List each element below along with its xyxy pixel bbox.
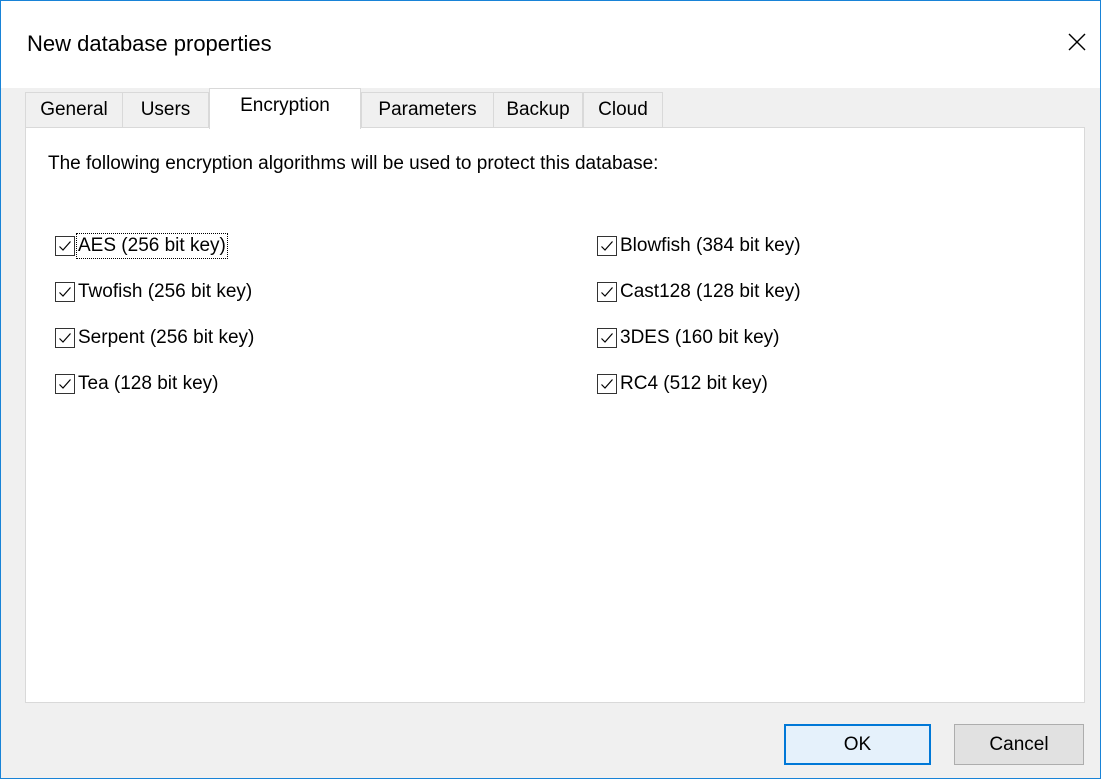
algorithm-checkbox-serpent[interactable]: Serpent (256 bit key) <box>55 323 255 353</box>
checkbox[interactable] <box>597 236 617 256</box>
checkbox[interactable] <box>55 374 75 394</box>
checkbox[interactable] <box>597 282 617 302</box>
algorithm-label: 3DES (160 bit key) <box>620 327 780 348</box>
algorithm-label: Cast128 (128 bit key) <box>620 281 801 302</box>
checkbox[interactable] <box>597 374 617 394</box>
checkmark-icon <box>59 333 71 343</box>
encryption-panel: The following encryption algorithms will… <box>25 127 1085 703</box>
algorithm-checkbox-aes[interactable]: AES (256 bit key) <box>55 231 228 261</box>
encryption-description: The following encryption algorithms will… <box>48 153 659 174</box>
checkbox[interactable] <box>55 282 75 302</box>
algorithm-checkbox-tea[interactable]: Tea (128 bit key) <box>55 369 219 399</box>
checkmark-icon <box>59 287 71 297</box>
tab-parameters[interactable]: Parameters <box>361 92 494 128</box>
checkmark-icon <box>601 287 613 297</box>
ok-button[interactable]: OK <box>784 724 931 765</box>
dialog-window: New database properties General Users En… <box>0 0 1101 779</box>
checkmark-icon <box>601 333 613 343</box>
tab-encryption[interactable]: Encryption <box>209 88 361 129</box>
checkmark-icon <box>601 241 613 251</box>
algorithm-checkbox-rc4[interactable]: RC4 (512 bit key) <box>597 369 769 399</box>
algorithm-checkbox-3des[interactable]: 3DES (160 bit key) <box>597 323 780 353</box>
checkbox[interactable] <box>55 236 75 256</box>
tab-general[interactable]: General <box>25 92 123 128</box>
checkmark-icon <box>601 379 613 389</box>
cancel-button[interactable]: Cancel <box>954 724 1084 765</box>
algorithm-label: Serpent (256 bit key) <box>78 327 255 348</box>
tab-strip: General Users Encryption Parameters Back… <box>25 88 1085 129</box>
algorithm-label: Blowfish (384 bit key) <box>620 235 801 256</box>
tab-cloud[interactable]: Cloud <box>583 92 663 128</box>
algorithm-checkbox-twofish[interactable]: Twofish (256 bit key) <box>55 277 253 307</box>
checkmark-icon <box>59 241 71 251</box>
window-title: New database properties <box>27 31 272 56</box>
algorithm-label: Tea (128 bit key) <box>78 373 219 394</box>
algorithm-label: RC4 (512 bit key) <box>620 373 768 394</box>
close-button[interactable] <box>1054 17 1100 67</box>
close-icon <box>1068 33 1086 51</box>
tab-backup[interactable]: Backup <box>493 92 583 128</box>
algorithm-label: AES (256 bit key) <box>76 233 228 259</box>
title-bar: New database properties <box>1 1 1100 88</box>
tab-users[interactable]: Users <box>122 92 209 128</box>
checkbox[interactable] <box>55 328 75 348</box>
checkmark-icon <box>59 379 71 389</box>
checkbox[interactable] <box>597 328 617 348</box>
algorithm-label: Twofish (256 bit key) <box>78 281 253 302</box>
algorithm-checkbox-blowfish[interactable]: Blowfish (384 bit key) <box>597 231 802 261</box>
algorithm-checkbox-cast128[interactable]: Cast128 (128 bit key) <box>597 277 802 307</box>
